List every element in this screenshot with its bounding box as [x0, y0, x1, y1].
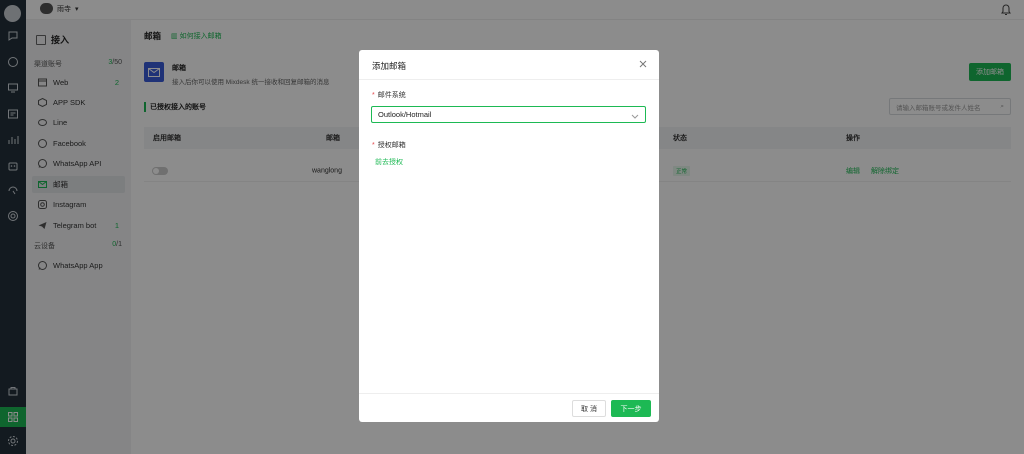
- dialog-title: 添加邮箱: [372, 61, 407, 71]
- go-authorize-link[interactable]: 前去授权: [375, 157, 403, 167]
- cancel-button[interactable]: 取 消: [572, 400, 606, 417]
- next-button[interactable]: 下一步: [611, 400, 651, 417]
- dialog-header: 添加邮箱: [359, 50, 659, 80]
- chevron-down-icon: [631, 112, 639, 119]
- auth-mail-label: * 授权邮箱: [372, 142, 406, 149]
- close-icon[interactable]: [638, 59, 648, 69]
- dialog-footer: 取 消 下一步: [359, 393, 659, 422]
- add-mail-dialog: 添加邮箱 * 邮件系统 Outlook/Hotmail * 授权邮箱 前去授权 取 …: [359, 50, 659, 422]
- mail-system-label: * 邮件系统: [372, 92, 406, 99]
- mail-system-select[interactable]: Outlook/Hotmail: [371, 106, 646, 123]
